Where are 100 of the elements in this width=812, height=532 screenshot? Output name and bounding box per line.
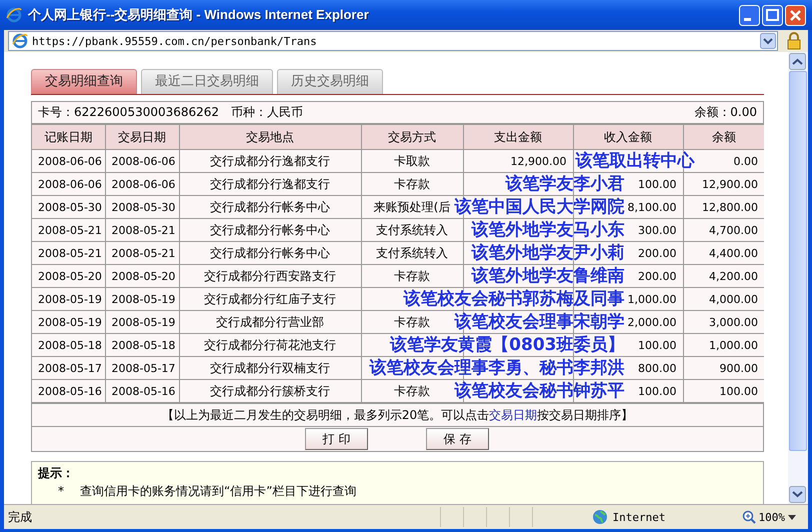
table-cell: 卡存款 bbox=[394, 314, 430, 328]
table-cell: 2008-05-17 bbox=[38, 362, 102, 374]
table-cell: 2008-05-21 bbox=[38, 246, 102, 260]
column-header[interactable]: 交易地点 bbox=[179, 124, 361, 150]
card-number: 卡号：6222600530003686262 bbox=[38, 104, 220, 121]
tab[interactable]: 最近二日交易明细 bbox=[141, 69, 273, 94]
table-cell: 卡存款 bbox=[394, 384, 430, 398]
column-header[interactable]: 支出金额 bbox=[463, 124, 573, 150]
table-cell: 2008-05-16 bbox=[38, 384, 102, 398]
table-cell: 2008-05-16 bbox=[112, 384, 176, 398]
print-button[interactable]: 打 印 bbox=[305, 428, 368, 450]
close-button[interactable] bbox=[785, 4, 806, 26]
handwritten-annotation: 该笔学友黄霞【0803班委员】 bbox=[390, 334, 624, 356]
table-cell: 2008-05-17 bbox=[112, 362, 176, 374]
table-cell: 交行成都分行簇桥支行 bbox=[210, 384, 330, 398]
scroll-down-icon[interactable] bbox=[789, 486, 806, 503]
table-cell: 支付系统转入 bbox=[376, 222, 448, 236]
table-cell: 2008-06-06 bbox=[112, 154, 176, 168]
handwritten-annotation: 该笔校友会秘书钟苏平 bbox=[454, 380, 624, 402]
column-header[interactable]: 交易方式 bbox=[361, 124, 463, 150]
table-cell: 800.00 bbox=[638, 362, 676, 374]
table-cell: 2008-05-19 bbox=[38, 316, 102, 328]
scroll-thumb[interactable] bbox=[789, 71, 807, 451]
maximize-button[interactable] bbox=[762, 4, 783, 26]
tab[interactable]: 交易明细查询 bbox=[31, 69, 137, 94]
table-cell: 12,800.00 bbox=[702, 200, 758, 214]
table-cell: 3,000.00 bbox=[709, 316, 758, 328]
handwritten-annotation: 该笔取出转中心 bbox=[576, 150, 694, 172]
table-cell: 8,100.00 bbox=[628, 200, 676, 214]
table-cell: 0.00 bbox=[734, 154, 758, 168]
vertical-scrollbar[interactable] bbox=[788, 52, 808, 504]
table-cell: 2008-06-06 bbox=[38, 154, 102, 168]
handwritten-annotation: 该笔外地学友马小东 bbox=[472, 219, 624, 241]
minimize-button[interactable] bbox=[739, 4, 760, 26]
table-cell: 交行成都分行西安路支行 bbox=[204, 268, 336, 282]
table-cell: 交行成都分行荷花池支行 bbox=[204, 338, 336, 352]
table-cell: 2008-05-20 bbox=[38, 270, 102, 282]
table-cell: 2008-05-19 bbox=[38, 292, 102, 306]
tips-title: 提示： bbox=[38, 465, 75, 482]
table-cell: 2,000.00 bbox=[628, 316, 676, 328]
table-cell: 4,000.00 bbox=[709, 292, 758, 306]
scroll-up-icon[interactable] bbox=[789, 53, 806, 70]
tip-text: 查询信用卡的账务情况请到“信用卡”栏目下进行查询 bbox=[80, 484, 356, 499]
column-header[interactable]: 收入金额 bbox=[573, 124, 683, 150]
table-cell: 交行成都分行营业部 bbox=[216, 314, 324, 328]
lock-icon bbox=[786, 32, 802, 50]
globe-icon bbox=[592, 509, 608, 525]
table-cell: 2008-05-21 bbox=[112, 224, 176, 236]
handwritten-annotation: 该笔校友会秘书郭苏梅及同事 bbox=[404, 288, 624, 310]
column-header[interactable]: 记账日期 bbox=[32, 124, 105, 150]
bullet: * bbox=[58, 484, 64, 499]
table-cell: 交行成都分行红庙子支行 bbox=[204, 292, 336, 306]
table-cell: 2008-05-30 bbox=[38, 200, 102, 214]
window-title: 个人网上银行--交易明细查询 - Windows Internet Explorer bbox=[28, 6, 370, 24]
table-cell: 2008-05-19 bbox=[112, 316, 176, 328]
dropdown-icon[interactable] bbox=[760, 33, 776, 49]
address-field[interactable]: https://pbank.95559.com.cn/personbank/Trans bbox=[8, 31, 778, 51]
table-cell: 200.00 bbox=[638, 246, 676, 260]
table-cell: 交行成都分行帐务中心 bbox=[210, 246, 330, 260]
table-cell: 2008-05-30 bbox=[112, 200, 176, 214]
currency: 币种：人民币 bbox=[231, 104, 304, 121]
table-cell: 2008-05-19 bbox=[112, 292, 176, 306]
table-cell: 交行成都分行帐务中心 bbox=[210, 200, 330, 214]
handwritten-annotation: 该笔校友会理事宋朝学 bbox=[454, 311, 624, 333]
zoom-icon bbox=[742, 510, 756, 524]
page-icon bbox=[12, 33, 28, 49]
handwritten-annotation: 该笔外地学友尹小莉 bbox=[472, 242, 624, 264]
table-cell: 1,000.00 bbox=[709, 338, 758, 352]
table-cell: 卡存款 bbox=[394, 176, 430, 190]
table-cell: 12,900.00 bbox=[702, 178, 758, 190]
table-cell: 100.00 bbox=[638, 338, 676, 352]
sort-link[interactable]: 交易日期 bbox=[489, 408, 538, 422]
handwritten-annotation: 该笔中国人民大学网院 bbox=[454, 196, 624, 218]
save-button[interactable]: 保 存 bbox=[426, 428, 489, 450]
zoom-control[interactable]: 100% bbox=[742, 510, 804, 524]
table-cell: 卡存款 bbox=[394, 268, 430, 282]
table-cell: 2008-05-20 bbox=[112, 270, 176, 282]
table-cell: 300.00 bbox=[638, 224, 676, 236]
table-cell: 100.00 bbox=[720, 384, 758, 398]
balance: 余额：0.00 bbox=[694, 104, 757, 121]
table-cell: 卡取款 bbox=[394, 154, 430, 168]
table-cell: 100.00 bbox=[638, 384, 676, 398]
tab[interactable]: 历史交易明细 bbox=[277, 69, 383, 94]
status-text: 完成 bbox=[8, 508, 33, 526]
table-cell: 2008-06-06 bbox=[38, 178, 102, 190]
table-cell: 100.00 bbox=[638, 178, 676, 190]
table-cell: 交行成都分行逸都支行 bbox=[210, 176, 330, 190]
caret-icon bbox=[788, 514, 796, 520]
table-cell: 交行成都分行帐务中心 bbox=[210, 222, 330, 236]
column-header[interactable]: 余额 bbox=[683, 124, 764, 150]
zone-text: Internet bbox=[612, 510, 666, 524]
table-cell: 4,200.00 bbox=[709, 270, 758, 282]
column-header[interactable]: 交易日期 bbox=[105, 124, 179, 150]
table-cell: 支付系统转入 bbox=[376, 246, 448, 260]
handwritten-annotation: 该笔学友李小君 bbox=[506, 173, 624, 195]
table-cell: 交行成都分行逸都支行 bbox=[210, 154, 330, 168]
handwritten-annotation: 该笔外地学友鲁维南 bbox=[472, 265, 624, 287]
table-cell: 2008-05-21 bbox=[112, 246, 176, 260]
table-cell: 来账预处理(后 bbox=[374, 200, 450, 214]
table-cell: 2008-05-21 bbox=[38, 224, 102, 236]
